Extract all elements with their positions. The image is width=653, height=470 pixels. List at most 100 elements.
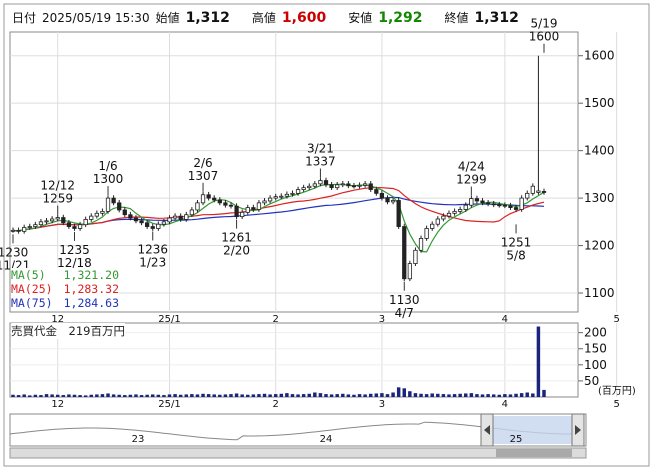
volume-bar	[28, 395, 32, 397]
candle-body	[77, 224, 83, 229]
candle-body	[195, 202, 200, 211]
volume-bar	[480, 394, 485, 397]
candle-body	[396, 200, 401, 227]
price-tick-label: 1500	[584, 96, 615, 110]
candle-body	[122, 209, 127, 216]
candle-body	[200, 194, 206, 204]
volume-bar	[89, 394, 93, 397]
volume-bar	[50, 394, 54, 397]
candle-body	[33, 224, 38, 227]
annotation-price: 1261	[221, 231, 252, 245]
annotation-date: 5/19	[531, 17, 558, 31]
volume-tick-label: 200	[584, 326, 607, 340]
navigator-scroll-thumb[interactable]	[496, 449, 572, 457]
volume-unit-label: (百万円)	[598, 385, 636, 397]
volume-bar	[430, 393, 434, 397]
volume-bar	[290, 394, 295, 397]
candle-body	[424, 228, 429, 239]
volume-bar	[67, 394, 71, 397]
volume-bar	[44, 394, 49, 397]
candle-body	[133, 217, 139, 222]
candle-body	[279, 195, 284, 198]
candle-body	[100, 210, 105, 214]
candle-body	[485, 202, 491, 205]
candle-body	[295, 189, 301, 194]
candle-body	[519, 197, 524, 210]
candle-body	[228, 204, 234, 207]
volume-bar	[240, 394, 244, 397]
volume-bar	[223, 394, 228, 397]
candle-body	[368, 183, 373, 190]
volume-bar	[458, 393, 462, 397]
annotation-date: 2/6	[193, 156, 212, 170]
chart-canvas[interactable]: 110012001300140015001600121225/125/12233…	[0, 0, 653, 470]
volume-bar	[212, 394, 216, 397]
volume-bar	[55, 394, 60, 397]
volume-tick-label: 50	[584, 374, 599, 388]
annotation-price: 1259	[42, 192, 73, 206]
volume-bar	[486, 394, 490, 397]
candle-body	[61, 217, 66, 224]
volume-x-tick-label: 25/1	[158, 399, 180, 410]
volume-bar	[16, 395, 21, 397]
volume-bar	[357, 394, 362, 397]
candle-body	[418, 238, 424, 251]
candle-body	[212, 197, 217, 201]
candle-body	[89, 215, 94, 220]
candle-body	[184, 214, 189, 220]
annotation-date: 4/24	[458, 160, 485, 174]
volume-bar	[497, 394, 502, 397]
candle-body	[508, 205, 513, 208]
volume-bar	[72, 394, 77, 397]
volume-bar	[145, 394, 149, 397]
volume-x-tick-label: 12	[51, 399, 64, 410]
volume-bar	[380, 393, 384, 397]
candle-body	[458, 209, 463, 212]
candle-body	[44, 220, 49, 223]
volume-x-tick-label: 3	[379, 399, 385, 410]
price-tick-label: 1300	[584, 191, 615, 205]
volume-bar	[184, 394, 189, 397]
volume-bar	[514, 393, 518, 397]
candle-body	[66, 222, 72, 227]
volume-x-tick-label: 5	[613, 399, 619, 410]
candle-body	[357, 184, 362, 187]
candle-body	[10, 229, 16, 232]
volume-bar	[329, 394, 334, 397]
candle-body	[273, 196, 278, 199]
volume-bar	[313, 392, 317, 397]
candle-body	[525, 192, 530, 199]
candle-body	[430, 223, 435, 229]
volume-bar	[525, 392, 529, 397]
volume-bar	[111, 394, 116, 397]
volume-bar	[190, 394, 194, 397]
volume-bar	[301, 394, 306, 397]
ma25-label: MA(25)	[11, 282, 53, 296]
candle-body	[351, 185, 357, 188]
volume-bar	[346, 394, 351, 397]
candle-body	[446, 212, 452, 217]
volume-bar	[447, 394, 451, 397]
volume-bar	[251, 394, 256, 397]
candle-body	[502, 204, 508, 207]
annotation-date: 1/6	[98, 159, 117, 173]
volume-bar	[503, 394, 507, 397]
candle-body	[55, 217, 60, 220]
volume-bar	[257, 394, 261, 397]
volume-bar	[419, 393, 423, 397]
candle-body	[318, 180, 323, 185]
volume-bar	[374, 393, 379, 397]
volume-bar	[206, 394, 211, 397]
volume-bar	[542, 389, 546, 397]
candle-body	[323, 180, 329, 186]
candle-body	[374, 189, 379, 194]
annotation-date: 5/8	[506, 248, 525, 262]
candle-body	[307, 185, 312, 189]
volume-bar	[201, 393, 205, 397]
candle-body	[156, 223, 161, 229]
candle-body	[379, 192, 385, 199]
volume-bar	[195, 394, 200, 397]
candle-body	[480, 200, 485, 204]
ma5-legend: MA(5) 1,321.20	[11, 268, 119, 282]
ma25-value: 1,283.32	[63, 282, 119, 296]
